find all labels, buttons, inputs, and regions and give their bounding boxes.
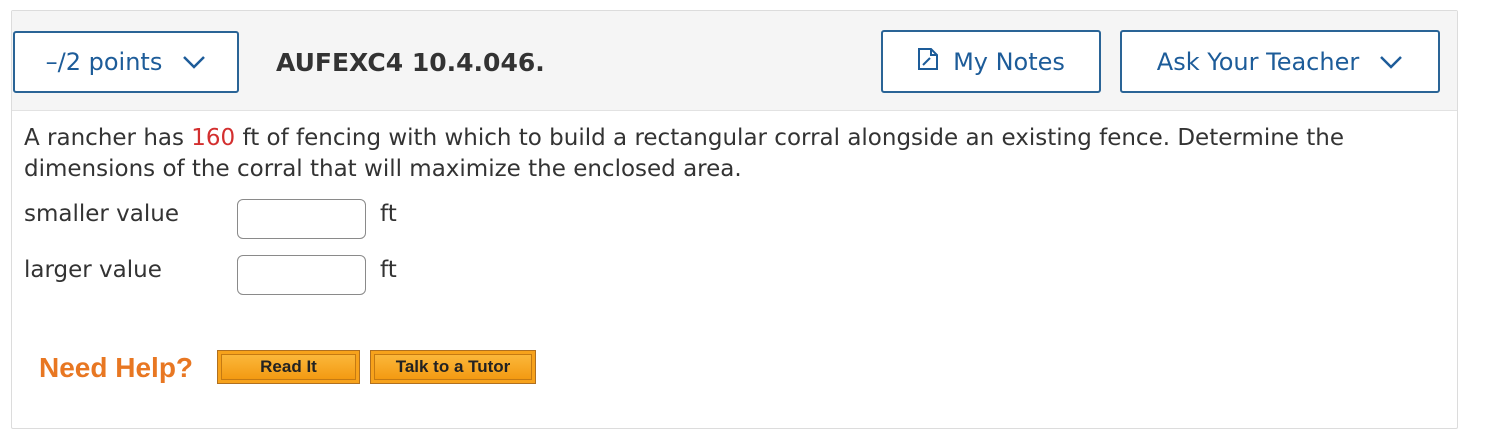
smaller-value-input[interactable] (237, 199, 366, 239)
larger-value-unit: ft (380, 257, 397, 283)
my-notes-label: My Notes (953, 47, 1065, 76)
ask-your-teacher-button[interactable]: Ask Your Teacher (1120, 30, 1440, 93)
smaller-value-unit: ft (380, 201, 397, 227)
larger-value-input[interactable] (237, 255, 366, 295)
points-label: –/2 points (45, 48, 163, 76)
question-text-before: A rancher has (24, 125, 192, 151)
fencing-amount: 160 (191, 125, 236, 151)
talk-to-tutor-button[interactable]: Talk to a Tutor (370, 350, 536, 384)
larger-value-label: larger value (24, 257, 162, 283)
question-panel: –/2 points AUFEXC4 10.4.046. My Notes As… (11, 10, 1458, 429)
question-id: AUFEXC4 10.4.046. (276, 48, 545, 77)
note-icon (917, 47, 939, 77)
chevron-down-icon (182, 48, 206, 76)
question-text: A rancher has 160 ft of fencing with whi… (24, 123, 1444, 185)
need-help-label: Need Help? (39, 352, 194, 383)
ask-teacher-label: Ask Your Teacher (1156, 47, 1360, 76)
smaller-value-label: smaller value (24, 201, 180, 227)
read-it-label: Read It (221, 354, 356, 380)
read-it-button[interactable]: Read It (217, 350, 360, 384)
points-dropdown-button[interactable]: –/2 points (13, 31, 239, 93)
talk-to-tutor-label: Talk to a Tutor (374, 354, 532, 380)
chevron-down-icon (1379, 48, 1403, 76)
my-notes-button[interactable]: My Notes (881, 30, 1101, 93)
question-header: –/2 points AUFEXC4 10.4.046. My Notes As… (12, 11, 1457, 111)
